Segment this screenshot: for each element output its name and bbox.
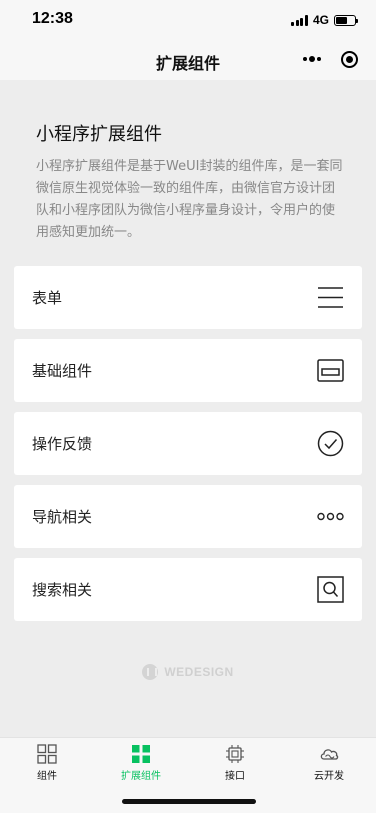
status-indicators: 4G [291, 13, 358, 27]
signal-icon [291, 14, 308, 26]
tab-label: 组件 [37, 771, 57, 782]
menu-item-search[interactable]: 搜索相关 [14, 558, 362, 621]
status-bar: 12:38 4G [0, 0, 376, 40]
section-title: 小程序扩展组件 [36, 124, 162, 145]
menu-item-label: 导航相关 [32, 508, 93, 526]
navigation-bar: 扩展组件 [0, 40, 376, 80]
more-icon[interactable] [302, 52, 322, 66]
card-icon [317, 357, 344, 384]
tab-components[interactable]: 组件 [17, 744, 77, 782]
check-circle-icon [317, 430, 344, 457]
menu-item-form[interactable]: 表单 [14, 266, 362, 329]
menu-item-basic-components[interactable]: 基础组件 [14, 339, 362, 402]
cloud-icon [320, 749, 339, 760]
battery-fill [336, 16, 347, 24]
component-menu: 表单 基础组件 操作反馈 导航相关 搜索相关 [14, 266, 362, 631]
menu-item-label: 搜索相关 [32, 581, 93, 599]
grid-filled-icon [132, 745, 150, 763]
battery-icon [334, 14, 358, 26]
chip-icon [226, 745, 244, 763]
menu-item-feedback[interactable]: 操作反馈 [14, 412, 362, 475]
tab-label: 接口 [225, 771, 245, 782]
section-description: 小程序扩展组件是基于WeUI封装的组件库，是一套同微信原生视觉体验一致的组件库，… [36, 159, 343, 240]
tab-label: 扩展组件 [121, 771, 161, 782]
tab-cloud-dev[interactable]: 云开发 [299, 744, 359, 782]
search-box-icon [317, 576, 344, 603]
tab-extended-components[interactable]: 扩展组件 [111, 744, 171, 782]
menu-item-navigation[interactable]: 导航相关 [14, 485, 362, 548]
tab-label: 云开发 [314, 771, 344, 782]
wedesign-logo: WEDESIGN [0, 664, 376, 680]
grid-outline-icon [37, 744, 57, 764]
dots-icon [317, 503, 344, 530]
menu-item-label: 基础组件 [32, 362, 93, 380]
status-time: 12:38 [32, 10, 73, 27]
intro-section: 小程序扩展组件 小程序扩展组件是基于WeUI封装的组件库，是一套同微信原生视觉体… [36, 120, 346, 244]
wedesign-logo-icon [142, 664, 159, 680]
menu-item-label: 表单 [32, 289, 63, 307]
home-indicator [122, 799, 256, 804]
menu-item-label: 操作反馈 [32, 435, 93, 453]
wedesign-logo-text: WEDESIGN [164, 665, 234, 679]
close-mini-program-icon[interactable] [341, 51, 358, 68]
list-lines-icon [317, 284, 344, 311]
network-type: 4G [312, 13, 329, 27]
tab-api[interactable]: 接口 [205, 744, 265, 782]
